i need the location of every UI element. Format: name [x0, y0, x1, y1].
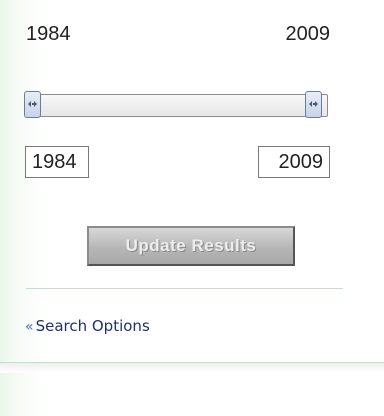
drag-grip-icon [28, 101, 37, 108]
min-year-label: 1984 [26, 22, 71, 45]
year-filter-panel: 1984 2009 Update Results « Search Option… [0, 0, 384, 416]
slider-start-handle[interactable] [24, 91, 41, 118]
start-year-input[interactable] [25, 146, 89, 178]
search-options-label: Search Options [35, 317, 150, 335]
search-options-link[interactable]: « Search Options [25, 317, 150, 335]
year-range-labels: 1984 2009 [26, 22, 330, 46]
slider-end-handle[interactable] [305, 91, 322, 118]
drag-grip-icon [309, 101, 318, 108]
year-range-slider-track[interactable] [25, 94, 328, 117]
end-year-input[interactable] [258, 146, 330, 178]
divider [26, 288, 343, 289]
double-chevron-left-icon: « [25, 319, 34, 335]
update-results-button[interactable]: Update Results [87, 226, 295, 266]
bottom-shadow [0, 363, 384, 373]
max-year-label: 2009 [285, 22, 331, 45]
